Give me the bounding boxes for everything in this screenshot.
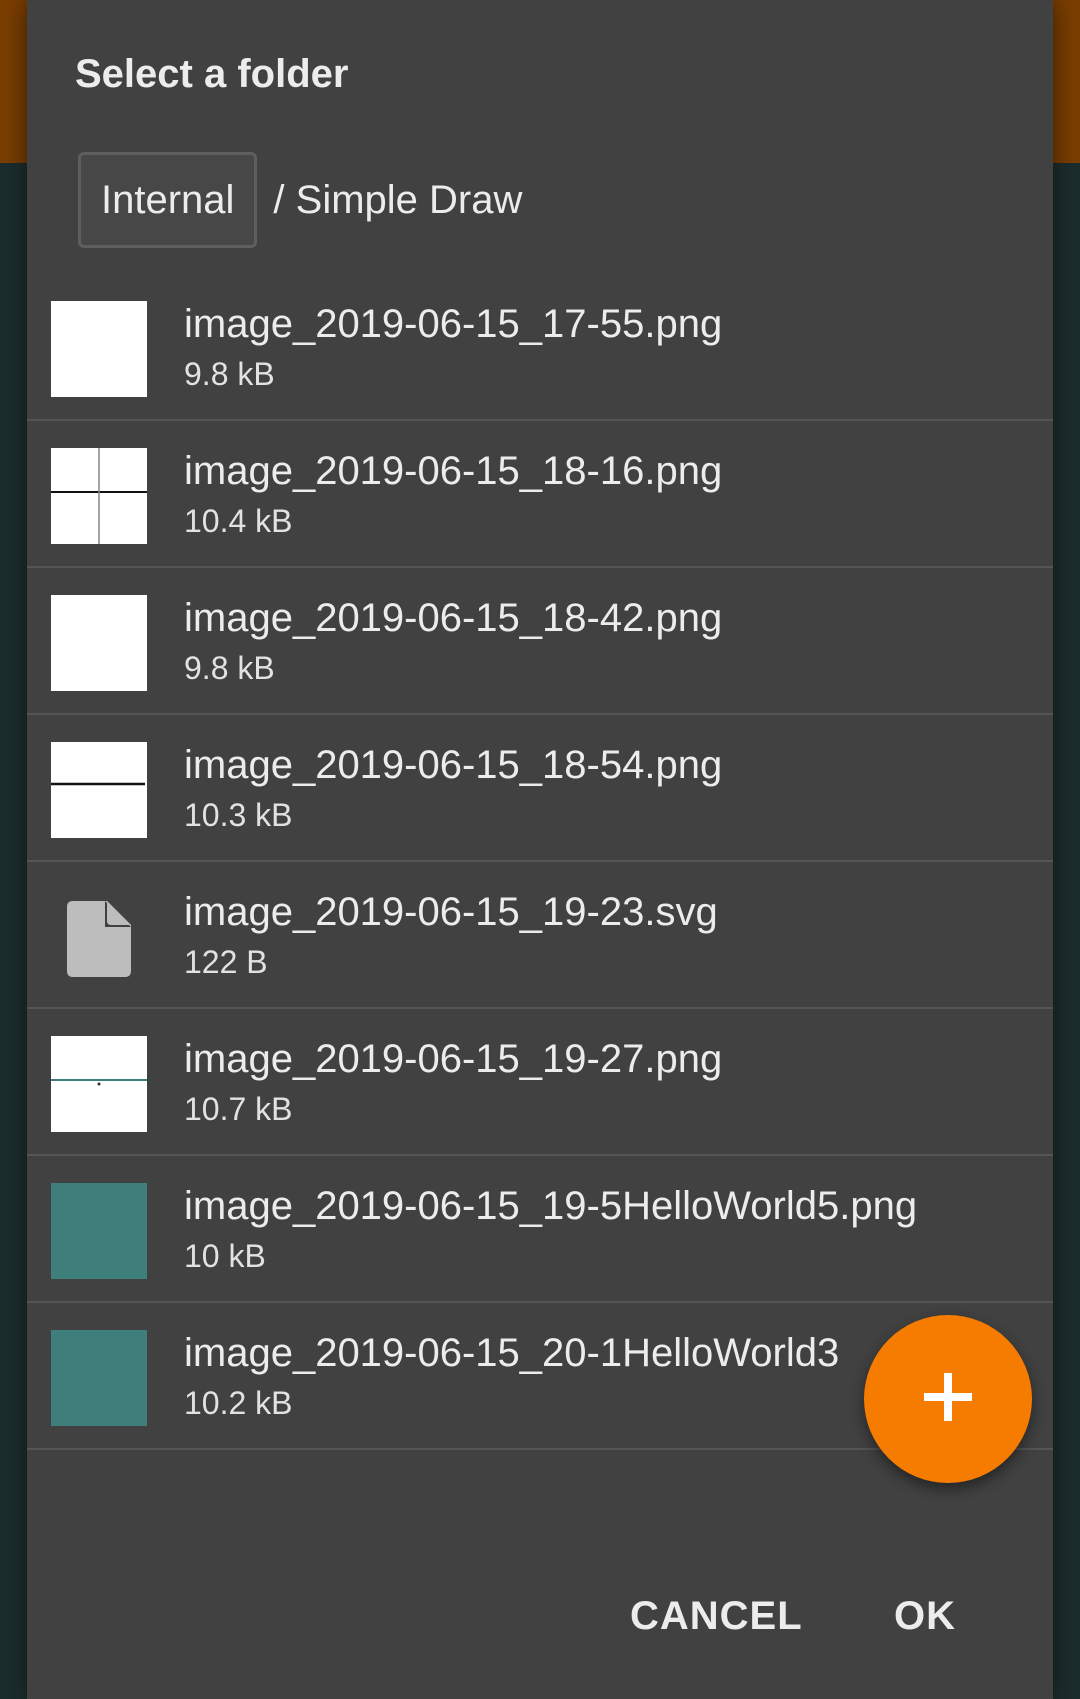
file-row[interactable]: image_2019-06-15_19-5HelloWorld5.png 10 … xyxy=(27,1156,1053,1303)
image-thumbnail xyxy=(51,301,147,397)
file-row[interactable]: image_2019-06-15_19-23.svg 122 B xyxy=(27,862,1053,1009)
file-name: image_2019-06-15_19-27.png xyxy=(184,1037,723,1081)
file-name: image_2019-06-15_18-54.png xyxy=(184,743,723,787)
file-icon xyxy=(51,889,147,985)
breadcrumb: Internal / Simple Draw xyxy=(78,152,522,248)
image-thumbnail xyxy=(51,595,147,691)
image-thumbnail xyxy=(51,1183,147,1279)
breadcrumb-current-folder[interactable]: / Simple Draw xyxy=(273,178,522,223)
file-row[interactable]: image_2019-06-15_19-27.png 10.7 kB xyxy=(27,1009,1053,1156)
dialog-title: Select a folder xyxy=(75,52,349,96)
file-size: 122 B xyxy=(184,944,268,980)
create-folder-fab[interactable] xyxy=(864,1315,1032,1483)
file-size: 10.2 kB xyxy=(184,1385,293,1421)
image-thumbnail xyxy=(51,1330,147,1426)
file-name: image_2019-06-15_20-1HelloWorld3 xyxy=(184,1331,840,1375)
select-folder-dialog: Select a folder Internal / Simple Draw i… xyxy=(27,0,1053,1699)
breadcrumb-root-internal[interactable]: Internal xyxy=(78,152,258,248)
file-size: 9.8 kB xyxy=(184,650,275,686)
image-thumbnail xyxy=(51,742,147,838)
file-size: 10 kB xyxy=(184,1238,266,1274)
file-size: 9.8 kB xyxy=(184,356,275,392)
file-row[interactable]: image_2019-06-15_17-55.png 9.8 kB xyxy=(27,274,1053,421)
ok-button[interactable]: OK xyxy=(894,1586,956,1646)
image-thumbnail xyxy=(51,1036,147,1132)
file-size: 10.3 kB xyxy=(184,797,293,833)
file-size: 10.7 kB xyxy=(184,1091,293,1127)
file-row[interactable]: image_2019-06-15_18-16.png 10.4 kB xyxy=(27,421,1053,568)
file-row[interactable]: image_2019-06-15_18-54.png 10.3 kB xyxy=(27,715,1053,862)
file-row[interactable]: image_2019-06-15_18-42.png 9.8 kB xyxy=(27,568,1053,715)
file-name: image_2019-06-15_17-55.png xyxy=(184,302,723,346)
image-thumbnail xyxy=(51,448,147,544)
file-list: image_2019-06-15_17-55.png 9.8 kB image_… xyxy=(27,274,1053,1450)
plus-icon xyxy=(910,1359,986,1440)
file-name: image_2019-06-15_19-23.svg xyxy=(184,890,718,934)
cancel-button[interactable]: CANCEL xyxy=(630,1586,803,1646)
file-size: 10.4 kB xyxy=(184,503,293,539)
file-name: image_2019-06-15_18-42.png xyxy=(184,596,723,640)
file-name: image_2019-06-15_18-16.png xyxy=(184,449,723,493)
file-name: image_2019-06-15_19-5HelloWorld5.png xyxy=(184,1184,918,1228)
